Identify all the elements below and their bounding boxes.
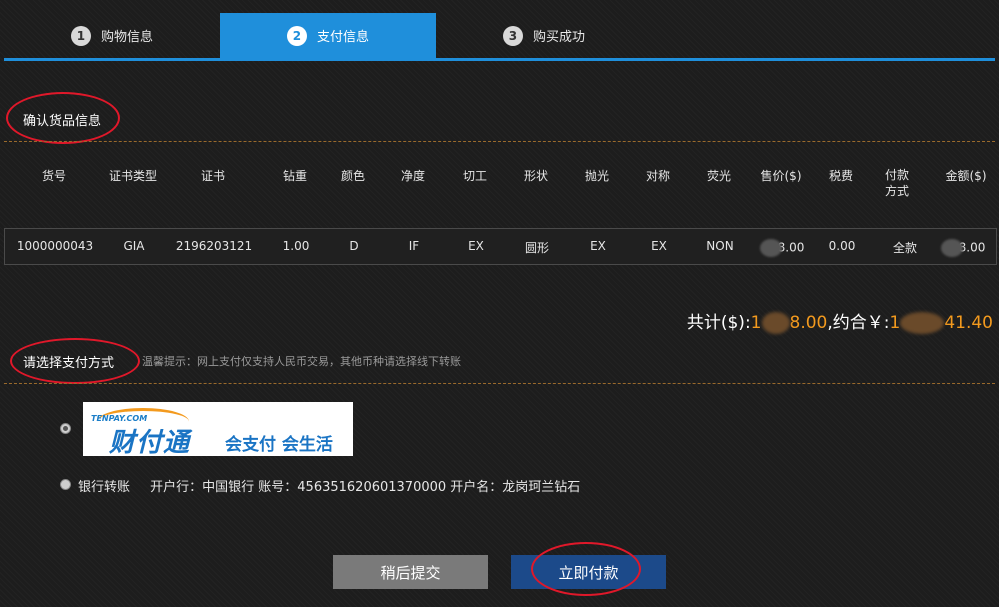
col-header: 切工 — [462, 169, 487, 183]
cell-cut: EX — [468, 239, 484, 253]
cell-cert-type: GIA — [123, 239, 145, 253]
annotation-circle — [531, 542, 641, 596]
cell-symmetry: EX — [651, 239, 667, 253]
col-header: 付款方式 — [884, 168, 909, 198]
redacted-mark — [900, 312, 945, 334]
dashed-divider — [4, 383, 995, 384]
col-header: 净度 — [400, 169, 425, 183]
col-header: 税费 — [828, 169, 853, 183]
annotation-circle — [10, 338, 140, 384]
cell-amount: 8.00 — [935, 239, 991, 257]
col-header: 金额($) — [945, 169, 987, 183]
col-header: 证书类型 — [108, 169, 157, 183]
redacted-mark — [940, 239, 963, 257]
step-payment-info: 2 支付信息 — [220, 13, 436, 58]
tenpay-brand: 财付通 — [109, 428, 191, 458]
cell-carat: 1.00 — [282, 239, 310, 253]
total-usd-suffix: 8.00 — [789, 313, 828, 333]
tenpay-slogan: 会支付 会生活 — [225, 435, 333, 455]
step-purchase-success: 3 购买成功 — [436, 13, 652, 58]
table-row: 1000000043 GIA 2196203121 1.00 D IF EX 圆… — [4, 228, 997, 265]
goods-table-header: 货号 证书类型 证书 钻重 颜色 净度 切工 形状 抛光 对称 荧光 售价($)… — [4, 167, 995, 207]
step-label: 购买成功 — [532, 30, 585, 45]
order-total: 共计($):1 8.00,约合￥:1 41.40 — [687, 308, 993, 334]
annotation-circle — [6, 92, 120, 144]
cell-fluorescence: NON — [706, 239, 734, 253]
cell-cert-no: 2196203121 — [175, 239, 253, 253]
step-shopping-info: 1 购物信息 — [4, 13, 220, 58]
total-cny-prefix: 1 — [889, 313, 901, 333]
col-header: 钻重 — [282, 169, 307, 183]
step-label: 支付信息 — [316, 30, 369, 45]
bank-transfer-details: 开户行：中国银行 账号：456351620601370000 开户名：龙岗珂兰钻… — [150, 480, 581, 495]
steps-divider — [4, 58, 995, 61]
col-header: 证书 — [200, 169, 225, 183]
dashed-divider — [4, 141, 995, 142]
col-header: 抛光 — [584, 169, 609, 183]
col-header: 荧光 — [706, 169, 731, 183]
cell-shape: 圆形 — [524, 241, 549, 255]
col-header: 颜色 — [340, 169, 365, 183]
step-label: 购物信息 — [100, 30, 153, 45]
cell-item-no: 1000000043 — [16, 239, 94, 253]
bank-transfer-radio[interactable] — [60, 479, 71, 490]
submit-later-button[interactable]: 稍后提交 — [333, 555, 488, 589]
tenpay-radio[interactable] — [60, 423, 71, 434]
cell-color: D — [349, 239, 359, 253]
step-number: 2 — [286, 25, 307, 46]
total-cny-suffix: 41.40 — [944, 313, 993, 333]
col-header: 形状 — [523, 169, 548, 183]
cell-clarity: IF — [408, 239, 420, 253]
cell-price: 8.00 — [755, 239, 809, 257]
cell-payment-type: 全款 — [892, 241, 917, 255]
col-header: 货号 — [41, 169, 66, 183]
col-header: 对称 — [645, 169, 670, 183]
total-cny-label: ,约合￥: — [827, 313, 890, 333]
redacted-mark — [761, 312, 790, 334]
step-number: 1 — [70, 25, 91, 46]
redacted-mark — [759, 239, 782, 257]
cell-polish: EX — [590, 239, 606, 253]
total-label: 共计($): — [686, 313, 751, 333]
checkout-steps: 1 购物信息 2 支付信息 3 购买成功 — [4, 13, 999, 58]
col-header: 售价($) — [760, 169, 802, 183]
step-number: 3 — [502, 25, 523, 46]
tenpay-logo[interactable]: TENPAY.COM 财付通 会支付 会生活 — [83, 402, 353, 458]
total-usd-prefix: 1 — [750, 313, 762, 333]
bank-transfer-option[interactable]: 银行转账 开户行：中国银行 账号：456351620601370000 开户名：… — [78, 476, 580, 495]
cell-tax: 0.00 — [828, 239, 856, 253]
bank-transfer-label: 银行转账 — [78, 480, 131, 495]
payment-tip: 温馨提示：网上支付仅支持人民币交易，其他币种请选择线下转账 — [142, 355, 461, 368]
